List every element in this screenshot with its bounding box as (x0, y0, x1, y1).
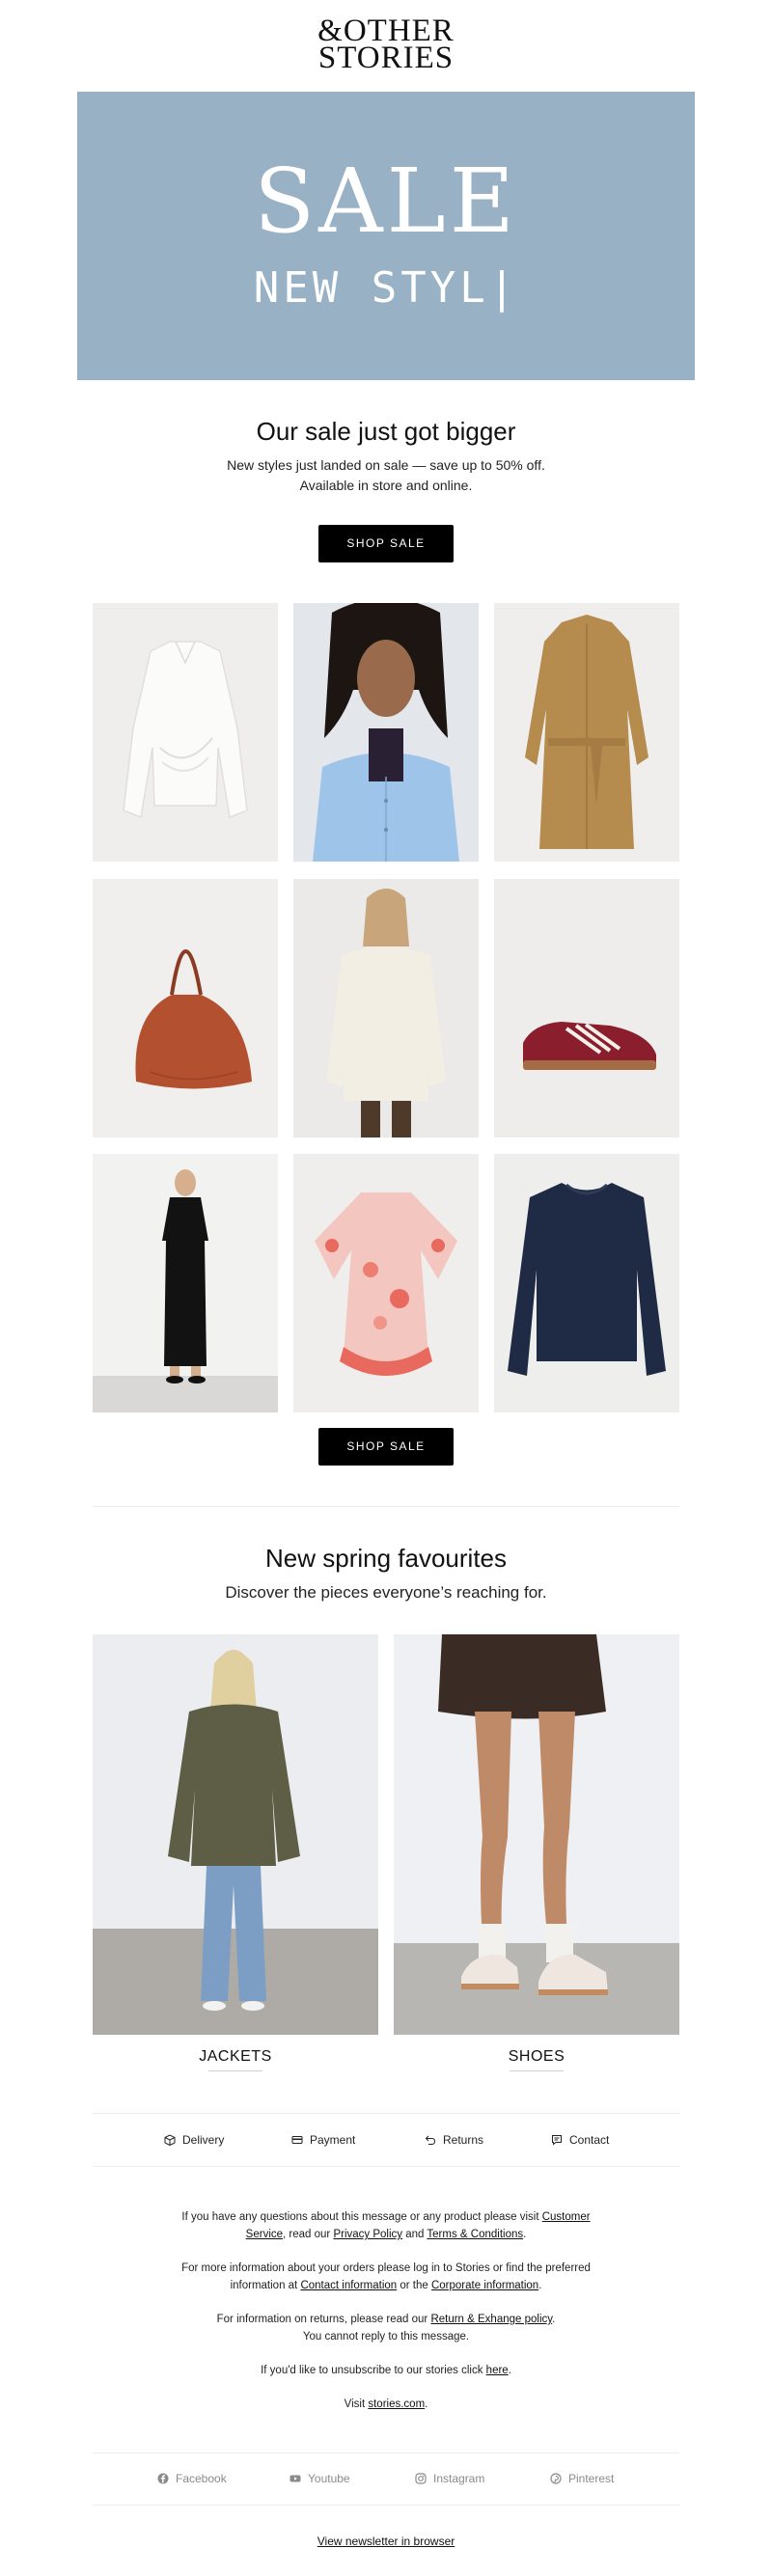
customer-service-link-cont[interactable]: Service (246, 2229, 283, 2240)
service-returns-label: Returns (443, 2133, 484, 2147)
social-facebook-label: Facebook (176, 2472, 227, 2485)
customer-service-link[interactable]: Customer (542, 2211, 591, 2223)
service-delivery[interactable]: Delivery (164, 2130, 224, 2150)
shop-sale-button-top[interactable]: SHOP SALE (318, 525, 454, 562)
sale-text-line-2: Available in store and online. (299, 478, 473, 493)
box-icon (164, 2134, 176, 2146)
model-black-dress-image (93, 1154, 278, 1412)
footer-text: , read our (283, 2229, 334, 2240)
footer-paragraph-unsubscribe: If you'd like to unsubscribe to our stor… (145, 2362, 627, 2379)
footer-text: . (552, 2314, 556, 2325)
burgundy-sneaker-image (494, 879, 679, 1137)
sale-heading: Our sale just got bigger (256, 417, 516, 446)
navy-sweater-image (494, 1154, 679, 1412)
hero-title: SALE (254, 150, 518, 253)
logo-line-2: STORIES (317, 41, 455, 75)
social-divider-bottom (93, 2505, 679, 2506)
service-contact-label: Contact (569, 2133, 610, 2147)
shoes-underline (510, 2070, 564, 2071)
category-jackets-label[interactable]: JACKETS (93, 2048, 378, 2066)
spring-heading: New spring favourites (265, 1544, 507, 1573)
product-tile-white-shirt[interactable] (93, 603, 278, 862)
product-tile-black-dress[interactable] (93, 1154, 278, 1412)
footer-paragraph-questions: If you have any questions about this mes… (145, 2208, 627, 2243)
youtube-icon (290, 2475, 301, 2482)
product-tile-navy-sweater[interactable] (494, 1154, 679, 1412)
spring-subtitle: Discover the pieces everyone’s reaching … (225, 1583, 547, 1602)
terms-link[interactable]: Terms & Conditions (427, 2229, 523, 2240)
hero-banner[interactable]: SALE NEW STYL| (77, 92, 695, 380)
sale-text-line-1: New styles just landed on sale — save up… (227, 457, 545, 473)
corporate-information-link[interactable]: Corporate information (431, 2280, 538, 2291)
product-tile-blue-shirt[interactable] (293, 603, 479, 862)
privacy-policy-link[interactable]: Privacy Policy (333, 2229, 402, 2240)
contact-information-link[interactable]: Contact information (300, 2280, 397, 2291)
newsletter-page: &OTHER STORIES SALE NEW STYL| Our sale j… (0, 0, 772, 2576)
footer-text: . (508, 2365, 511, 2376)
facebook-icon (157, 2473, 169, 2484)
footer-text: Visit (344, 2398, 369, 2410)
model-jacket-image (93, 1634, 378, 2035)
view-in-browser: View newsletter in browser (0, 2535, 772, 2548)
product-tile-cream-sweater[interactable] (293, 879, 479, 1137)
return-arrow-icon (425, 2135, 436, 2145)
brand-logo[interactable]: &OTHER STORIES (0, 15, 772, 75)
stories-website-link[interactable]: stories.com (368, 2398, 425, 2410)
jackets-underline (208, 2070, 262, 2071)
chat-icon (552, 2135, 562, 2146)
product-tile-burgundy-sneaker[interactable] (494, 879, 679, 1137)
pinterest-icon (550, 2473, 562, 2484)
model-cream-sweater-image (293, 879, 479, 1137)
category-shoes-image-link[interactable] (394, 1634, 679, 2035)
social-youtube[interactable]: Youtube (290, 2470, 350, 2487)
service-contact[interactable]: Contact (551, 2130, 609, 2150)
white-shirt-image (93, 603, 278, 862)
footer-paragraph-orders: For more information about your orders p… (145, 2260, 627, 2294)
view-in-browser-link[interactable]: View newsletter in browser (317, 2535, 455, 2548)
social-pinterest-label: Pinterest (568, 2472, 615, 2485)
model-blue-shirt-image (293, 603, 479, 862)
product-tile-leather-bag[interactable] (93, 879, 278, 1137)
footer-text: and (402, 2229, 427, 2240)
footer-text: . (523, 2229, 527, 2240)
model-shoes-image (394, 1634, 679, 2035)
hero-subtitle: NEW STYL| (253, 263, 519, 313)
social-youtube-label: Youtube (308, 2472, 350, 2485)
service-payment-label: Payment (310, 2133, 356, 2147)
section-divider (93, 1506, 679, 1507)
social-instagram-label: Instagram (433, 2472, 485, 2485)
leather-bag-image (93, 879, 278, 1137)
service-divider-bottom (93, 2166, 679, 2167)
social-pinterest[interactable]: Pinterest (550, 2470, 614, 2487)
card-icon (291, 2136, 303, 2144)
footer-text: For more information about your orders p… (181, 2262, 591, 2274)
social-facebook[interactable]: Facebook (157, 2470, 227, 2487)
footer-paragraph-visit: Visit stories.com. (145, 2396, 627, 2413)
footer-text: If you'd like to unsubscribe to our stor… (261, 2365, 486, 2376)
footer-text: . (538, 2280, 542, 2291)
footer-text: information at (230, 2280, 301, 2291)
product-tile-trench-coat[interactable] (494, 603, 679, 862)
return-policy-link[interactable]: Return & Exhange policy (430, 2314, 552, 2325)
floral-dress-image (293, 1154, 479, 1412)
social-instagram[interactable]: Instagram (415, 2470, 484, 2487)
service-delivery-label: Delivery (182, 2133, 225, 2147)
footer-text: For information on returns, please read … (216, 2314, 431, 2325)
footer-paragraph-returns: For information on returns, please read … (145, 2311, 627, 2345)
footer-text: You cannot reply to this message. (302, 2331, 470, 2343)
service-returns[interactable]: Returns (425, 2130, 483, 2150)
category-shoes-label[interactable]: SHOES (394, 2048, 679, 2066)
shop-sale-button-bottom[interactable]: SHOP SALE (318, 1428, 454, 1466)
category-jackets-image-link[interactable] (93, 1634, 378, 2035)
instagram-icon (415, 2473, 427, 2484)
footer-text: If you have any questions about this mes… (181, 2211, 542, 2223)
trench-coat-image (494, 603, 679, 862)
footer-text: or the (397, 2280, 431, 2291)
product-tile-floral-dress[interactable] (293, 1154, 479, 1412)
unsubscribe-link[interactable]: here (486, 2365, 509, 2376)
service-divider-top (93, 2113, 679, 2114)
footer-text: . (425, 2398, 428, 2410)
service-payment[interactable]: Payment (291, 2130, 355, 2150)
